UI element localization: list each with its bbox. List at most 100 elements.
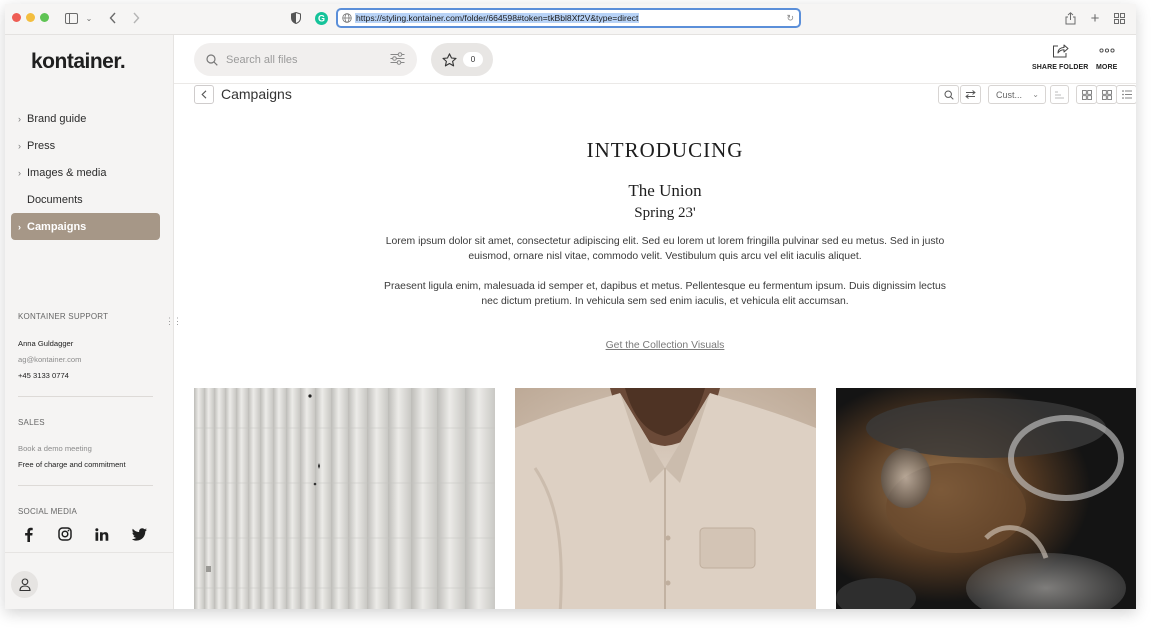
list-icon (1121, 90, 1132, 99)
globe-icon (342, 13, 352, 23)
instagram-icon[interactable] (56, 525, 74, 543)
swap-order-button[interactable] (960, 85, 981, 104)
close-window-button[interactable] (12, 13, 21, 22)
sidebar-item-documents[interactable]: Documents (11, 186, 160, 213)
more-button[interactable]: MORE (1096, 43, 1117, 71)
sidebar-item-press[interactable]: › Press (11, 132, 160, 159)
linkedin-icon[interactable] (93, 525, 111, 543)
paragraph-line: Praesent ligula enim, malesuada id sempe… (384, 281, 946, 292)
sort-select[interactable]: Cust... ⌄ (988, 85, 1046, 104)
star-icon (442, 52, 457, 66)
privacy-shield-icon[interactable] (289, 8, 303, 28)
divider (174, 83, 1136, 84)
campaign-title: The Union (628, 181, 702, 200)
chevron-down-icon: ⌄ (1032, 90, 1039, 99)
sidebar-item-label: Press (27, 139, 56, 152)
zoom-window-button[interactable] (40, 13, 49, 22)
sales-section-title: SALES (18, 418, 45, 427)
chevron-right-icon: › (18, 167, 21, 178)
list-view-button[interactable] (1116, 85, 1136, 104)
browser-toolbar: ⌄ G https://styling.kontainer.com/folder… (5, 4, 1136, 35)
campaign-image-shirt[interactable] (515, 388, 816, 609)
sidebar-item-label: Campaigns (27, 220, 87, 233)
browser-window: ⌄ G https://styling.kontainer.com/folder… (5, 4, 1136, 609)
user-account-button[interactable] (11, 571, 38, 598)
collection-visuals-link[interactable]: Get the Collection Visuals (174, 340, 1136, 351)
paragraph-line: nec dictum pretium. In vehicula sem sed … (481, 296, 849, 307)
reload-icon[interactable]: ↻ (786, 13, 794, 24)
chevron-right-icon: › (18, 113, 21, 124)
sort-direction-button[interactable] (1050, 85, 1069, 104)
divider (18, 396, 153, 397)
campaign-intro-heading: INTRODUCING (586, 138, 744, 162)
sidebar-item-brand-guide[interactable]: › Brand guide (11, 105, 160, 132)
sort-select-value: Cust... (996, 89, 1023, 100)
user-icon (18, 578, 31, 591)
sidebar-item-campaigns[interactable]: › Campaigns (11, 213, 160, 240)
new-tab-icon[interactable]: + (1088, 8, 1102, 28)
divider (18, 485, 153, 486)
minimize-window-button[interactable] (26, 13, 35, 22)
facebook-icon[interactable] (19, 525, 37, 543)
chevron-right-icon: › (18, 140, 21, 151)
campaign-image-columns[interactable] (194, 388, 495, 609)
sidebar-item-images-media[interactable]: › Images & media (11, 159, 160, 186)
search-icon (206, 53, 218, 66)
support-phone[interactable]: +45 3133 0774 (18, 371, 69, 380)
sidebar-toggle-icon[interactable] (63, 8, 79, 28)
paragraph-line: Lorem ipsum dolor sit amet, consectetur … (385, 236, 945, 247)
tab-overview-icon[interactable] (1112, 8, 1126, 28)
twitter-icon[interactable] (130, 525, 148, 543)
search-input[interactable]: Search all files (194, 43, 417, 76)
share-folder-button[interactable]: SHARE FOLDER (1032, 43, 1088, 71)
divider (5, 552, 174, 553)
address-bar[interactable]: https://styling.kontainer.com/folder/664… (336, 8, 801, 28)
filter-sliders-icon[interactable] (390, 52, 405, 70)
svg-text:G: G (317, 13, 324, 23)
share-folder-icon (1052, 44, 1069, 58)
grid-small-icon (1101, 89, 1112, 100)
support-contact-name: Anna Guldagger (18, 339, 74, 348)
chevron-left-icon (201, 90, 207, 99)
campaign-description-1: Lorem ipsum dolor sit amet, consectetur … (379, 234, 951, 264)
breadcrumb: Campaigns (221, 86, 292, 102)
url-text[interactable]: https://styling.kontainer.com/folder/664… (355, 13, 640, 23)
sidebar: kontainer. › Brand guide › Press › Image… (5, 35, 182, 609)
sort-lines-icon (1055, 91, 1064, 98)
search-placeholder: Search all files (226, 53, 298, 66)
chevron-down-icon[interactable]: ⌄ (84, 8, 94, 28)
grid-large-icon (1081, 89, 1092, 100)
swap-arrows-icon (965, 90, 976, 99)
sidebar-item-label: Brand guide (27, 112, 87, 125)
share-folder-label: SHARE FOLDER (1032, 64, 1089, 71)
sidebar-item-label: Images & media (27, 166, 107, 179)
sidebar-item-label: Documents (27, 193, 83, 206)
kontainer-logo[interactable]: kontainer. (31, 50, 126, 74)
campaign-subtitle: Spring 23' (634, 205, 696, 221)
more-label: MORE (1096, 64, 1118, 71)
small-grid-view-button[interactable] (1096, 85, 1117, 104)
chevron-right-icon: › (18, 221, 21, 232)
paragraph-line: euismod, ornare nisl vitae, commodo veli… (468, 251, 862, 262)
share-icon[interactable] (1063, 8, 1077, 28)
forward-nav-icon[interactable] (129, 8, 143, 28)
sales-note: Free of charge and commitment (18, 460, 126, 469)
sidebar-nav: › Brand guide › Press › Images & media D… (11, 105, 160, 240)
social-links (19, 525, 148, 543)
back-button[interactable] (194, 85, 214, 104)
large-grid-view-button[interactable] (1076, 85, 1097, 104)
support-section-title: KONTAINER SUPPORT (18, 312, 109, 321)
campaign-description-2: Praesent ligula enim, malesuada id sempe… (379, 279, 951, 309)
book-demo-link[interactable]: Book a demo meeting (18, 444, 92, 453)
search-icon (943, 89, 954, 100)
main-content: Search all files 0 SHARE FOLDER MORE Cam… (174, 35, 1136, 609)
favorites-button[interactable]: 0 (431, 43, 493, 76)
more-dots-icon (1099, 48, 1115, 53)
back-nav-icon[interactable] (106, 8, 120, 28)
folder-search-button[interactable] (938, 85, 959, 104)
favorites-count-badge: 0 (463, 52, 483, 67)
support-email-link[interactable]: ag@kontainer.com (18, 355, 81, 364)
social-section-title: SOCIAL MEDIA (18, 507, 78, 516)
grammarly-extension-icon[interactable]: G (314, 8, 328, 28)
campaign-image-glassware[interactable] (836, 388, 1136, 609)
